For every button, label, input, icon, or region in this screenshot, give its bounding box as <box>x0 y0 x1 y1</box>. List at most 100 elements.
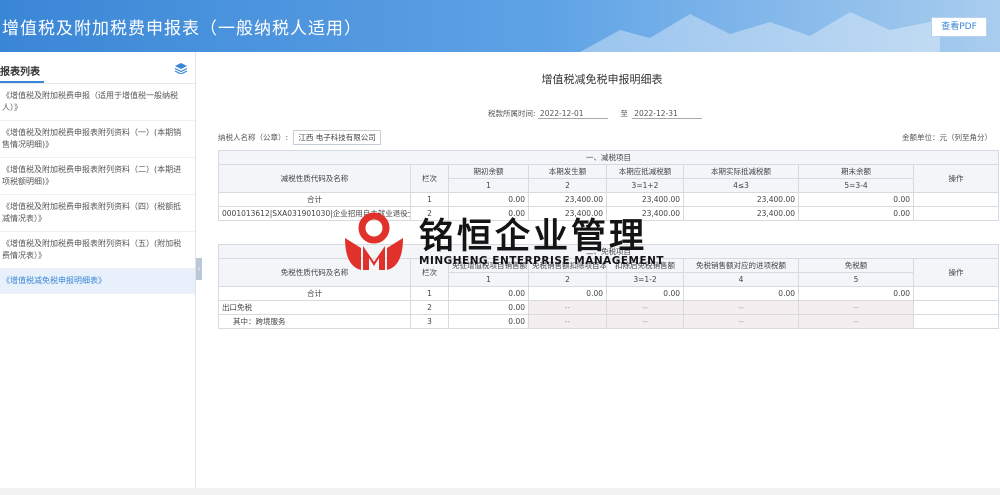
disabled-cell: -- <box>798 300 914 315</box>
value-cell: 0.00 <box>683 286 799 301</box>
op-cell <box>913 314 999 329</box>
op-cell[interactable] <box>913 206 999 221</box>
value-cell: 23,400.00 <box>683 192 799 207</box>
value-cell[interactable]: 23,400.00 <box>683 206 799 221</box>
row-no: 2 <box>410 300 449 315</box>
sidebar-item-schedule-1[interactable]: 《增值税及附加税费申报表附列资料（一）(本期销售情况明细)》 <box>0 121 195 158</box>
report-list-sidebar: 报表列表 《增值税及附加税费申报（适用于增值税一般纳税人）》 《增值税及附加税费… <box>0 52 196 488</box>
formula-cell: 5=3-4 <box>798 178 914 193</box>
row-name: 0001013612|SXA031901030|企业招用自主就业退役士兵 <box>218 206 411 221</box>
row-no: 3 <box>410 314 449 329</box>
tax-exemption-table: 二、免税项目 免税性质代码及名称 栏次 免征增值税项目销售额 免税销售额扣除项目… <box>218 244 999 329</box>
sidebar-header: 报表列表 <box>0 52 195 84</box>
formula-cell: 2 <box>528 272 607 287</box>
period-end: 2022-12-31 <box>632 109 703 119</box>
sidebar-title-underline <box>0 81 44 83</box>
disabled-cell: -- <box>683 300 799 315</box>
value-cell: 0.00 <box>798 192 914 207</box>
tax-period: 税款所属时间: 2022-12-01 至 2022-12-31 <box>488 108 703 119</box>
reduction-section-title: 一、减税项目 <box>218 150 999 165</box>
col-header-name: 免税性质代码及名称 <box>218 258 411 287</box>
value-cell: 23,400.00 <box>528 192 607 207</box>
formula-cell: 5 <box>798 272 914 287</box>
period-start: 2022-12-01 <box>537 109 608 119</box>
view-pdf-button[interactable]: 查看PDF <box>931 17 987 37</box>
op-cell <box>913 286 999 301</box>
period-label: 税款所属时间: <box>488 109 536 118</box>
row-name: 合计 <box>218 286 411 301</box>
col-header-op: 操作 <box>913 164 999 193</box>
value-cell: 0.00 <box>448 286 529 301</box>
formula-cell: 2 <box>528 178 607 193</box>
formula-cell: 4 <box>683 272 799 287</box>
sidebar-item-schedule-5[interactable]: 《增值税及附加税费申报表附列资料（五）(附加税费情况表）》 <box>0 232 195 269</box>
col-header-c5: 免税额 <box>798 258 914 273</box>
col-header-name: 减税性质代码及名称 <box>218 164 411 193</box>
sidebar-item-tax-relief[interactable]: 《增值税减免税申报明细表》 <box>0 269 195 294</box>
col-header-row: 栏次 <box>410 164 449 193</box>
app-header: 增值税及附加税费申报表（一般纳税人适用） 查看PDF <box>0 0 1000 52</box>
disabled-cell: -- <box>683 314 799 329</box>
taxpayer-label: 纳税人名称（公章）: <box>218 133 289 142</box>
disabled-cell: -- <box>528 300 607 315</box>
value-cell: 23,400.00 <box>606 192 684 207</box>
tax-reduction-table: 一、减税项目 减税性质代码及名称 栏次 期初余额 本期发生额 本期应抵减税额 本… <box>218 150 999 221</box>
col-header-c2: 本期发生额 <box>528 164 607 179</box>
table-row: 0001013612|SXA031901030|企业招用自主就业退役士兵 2 0… <box>218 206 999 221</box>
row-no: 1 <box>410 192 449 207</box>
row-name: 出口免税 <box>218 300 411 315</box>
col-header-c4: 免税销售额对应的进项税额 <box>683 258 799 273</box>
exemption-section-title: 二、免税项目 <box>218 244 999 259</box>
formula-cell: 1 <box>448 272 529 287</box>
formula-cell: 1 <box>448 178 529 193</box>
table-row: 出口免税 2 0.00 -- -- -- -- <box>218 300 999 315</box>
value-cell: 0.00 <box>798 206 914 221</box>
sidebar-item-main-return[interactable]: 《增值税及附加税费申报（适用于增值税一般纳税人）》 <box>0 84 195 121</box>
disabled-cell: -- <box>606 314 684 329</box>
value-cell: 23,400.00 <box>606 206 684 221</box>
col-header-c3: 扣除后免税销售额 <box>606 258 684 273</box>
value-cell: 0.00 <box>448 192 529 207</box>
formula-cell: 3=1+2 <box>606 178 684 193</box>
col-header-c1: 期初余额 <box>448 164 529 179</box>
taxpayer-info: 纳税人名称（公章）: 江西 电子科技有限公司 <box>218 130 381 145</box>
sidebar-item-schedule-2[interactable]: 《增值税及附加税费申报表附列资料（二）(本期进项税额明细)》 <box>0 158 195 195</box>
col-header-c1: 免征增值税项目销售额 <box>448 258 529 273</box>
col-header-row: 栏次 <box>410 258 449 287</box>
table-row: 合计 1 0.00 0.00 0.00 0.00 0.00 <box>218 286 999 301</box>
page-title: 增值税及附加税费申报表（一般纳税人适用） <box>2 19 362 39</box>
sidebar-title: 报表列表 <box>0 67 40 78</box>
col-header-c2: 免税销售额扣除项目本期实际扣除金额 <box>528 258 607 273</box>
table-row: 合计 1 0.00 23,400.00 23,400.00 23,400.00 … <box>218 192 999 207</box>
formula-cell: 4≤3 <box>683 178 799 193</box>
col-header-c5: 期末余额 <box>798 164 914 179</box>
value-cell[interactable]: 0.00 <box>448 206 529 221</box>
layers-icon[interactable] <box>174 62 188 74</box>
report-title: 增值税减免税申报明细表 <box>541 73 663 86</box>
value-cell[interactable]: 0.00 <box>448 300 529 315</box>
value-cell[interactable]: 23,400.00 <box>528 206 607 221</box>
value-cell: 0.00 <box>798 286 914 301</box>
row-name: 合计 <box>218 192 411 207</box>
disabled-cell: -- <box>798 314 914 329</box>
value-cell[interactable]: 0.00 <box>448 314 529 329</box>
bottom-strip <box>0 488 1000 495</box>
report-panel: 增值税减免税申报明细表 税款所属时间: 2022-12-01 至 2022-12… <box>204 52 1000 488</box>
row-no: 1 <box>410 286 449 301</box>
row-name: 其中：跨境服务 <box>218 314 411 329</box>
table-row: 其中：跨境服务 3 0.00 -- -- -- -- <box>218 314 999 329</box>
op-cell <box>913 300 999 315</box>
period-separator: 至 <box>620 109 628 118</box>
sidebar-item-schedule-4[interactable]: 《增值税及附加税费申报表附列资料（四）(税额抵减情况表）》 <box>0 195 195 232</box>
disabled-cell: -- <box>606 300 684 315</box>
col-header-c4: 本期实际抵减税额 <box>683 164 799 179</box>
value-cell: 0.00 <box>606 286 684 301</box>
amount-unit: 金额单位：元（列至角分） <box>902 133 992 142</box>
col-header-c3: 本期应抵减税额 <box>606 164 684 179</box>
formula-cell: 3=1-2 <box>606 272 684 287</box>
disabled-cell: -- <box>528 314 607 329</box>
taxpayer-name-field: 江西 电子科技有限公司 <box>293 130 381 145</box>
value-cell: 0.00 <box>528 286 607 301</box>
row-no: 2 <box>410 206 449 221</box>
sidebar-collapse-handle[interactable]: ‹ <box>196 258 202 280</box>
